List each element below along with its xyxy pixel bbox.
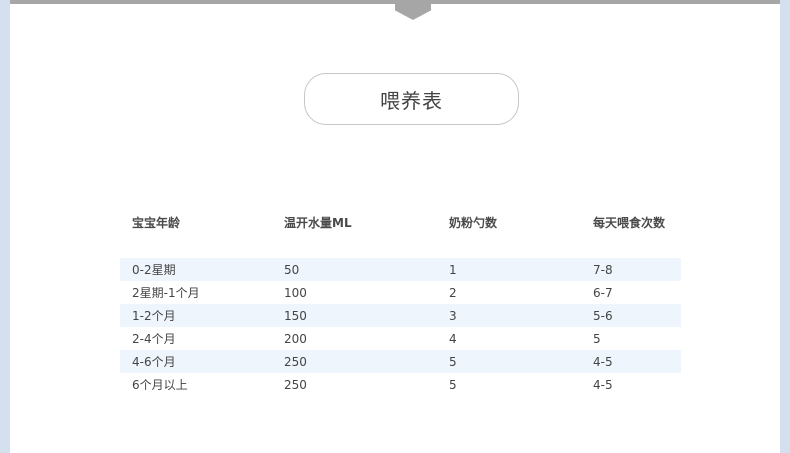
cell-age: 0-2星期 [132, 263, 176, 277]
header-formula-scoops: 奶粉勺数 [449, 215, 498, 230]
cell-age: 6个月以上 [132, 378, 188, 392]
cell-feeds: 7-8 [593, 262, 613, 277]
cell-water: 50 [284, 262, 300, 277]
top-notch-marker [395, 4, 431, 20]
cell-scoops: 5 [449, 377, 457, 392]
cell-scoops: 3 [449, 308, 457, 323]
cell-water: 200 [284, 331, 307, 346]
cell-water: 150 [284, 308, 307, 323]
cell-age: 2-4个月 [132, 332, 176, 346]
header-baby-age: 宝宝年龄 [132, 215, 181, 230]
table-row: 4-6个月 250 5 4-5 [120, 350, 681, 373]
table-row: 0-2星期 50 1 7-8 [120, 258, 681, 281]
top-bar [10, 0, 780, 4]
table-row: 6个月以上 250 5 4-5 [120, 373, 681, 396]
cell-water: 250 [284, 377, 307, 392]
table-body: 0-2星期 50 1 7-8 2星期-1个月 100 2 6-7 1-2个月 1… [120, 258, 681, 396]
cell-feeds: 6-7 [593, 285, 613, 300]
cell-water: 250 [284, 354, 307, 369]
cell-age: 4-6个月 [132, 355, 176, 369]
cell-feeds: 5-6 [593, 308, 613, 323]
header-water-ml: 温开水量ML [284, 215, 352, 230]
cell-scoops: 2 [449, 285, 457, 300]
cell-feeds: 4-5 [593, 377, 613, 392]
table-row: 1-2个月 150 3 5-6 [120, 304, 681, 327]
table-header-row: 宝宝年龄 温开水量ML 奶粉勺数 每天喂食次数 [120, 210, 681, 234]
cell-scoops: 4 [449, 331, 457, 346]
table-row: 2星期-1个月 100 2 6-7 [120, 281, 681, 304]
cell-age: 1-2个月 [132, 309, 176, 323]
page-title: 喂养表 [304, 73, 519, 125]
page: 喂养表 宝宝年龄 温开水量ML 奶粉勺数 每天喂食次数 0-2星期 50 1 7… [10, 0, 780, 453]
cell-water: 100 [284, 285, 307, 300]
table-row: 2-4个月 200 4 5 [120, 327, 681, 350]
feeding-table: 宝宝年龄 温开水量ML 奶粉勺数 每天喂食次数 0-2星期 50 1 7-8 2… [120, 210, 681, 396]
cell-feeds: 4-5 [593, 354, 613, 369]
cell-age: 2星期-1个月 [132, 286, 200, 300]
cell-scoops: 5 [449, 354, 457, 369]
cell-scoops: 1 [449, 262, 457, 277]
header-feeds-per-day: 每天喂食次数 [593, 215, 666, 230]
cell-feeds: 5 [593, 331, 601, 346]
